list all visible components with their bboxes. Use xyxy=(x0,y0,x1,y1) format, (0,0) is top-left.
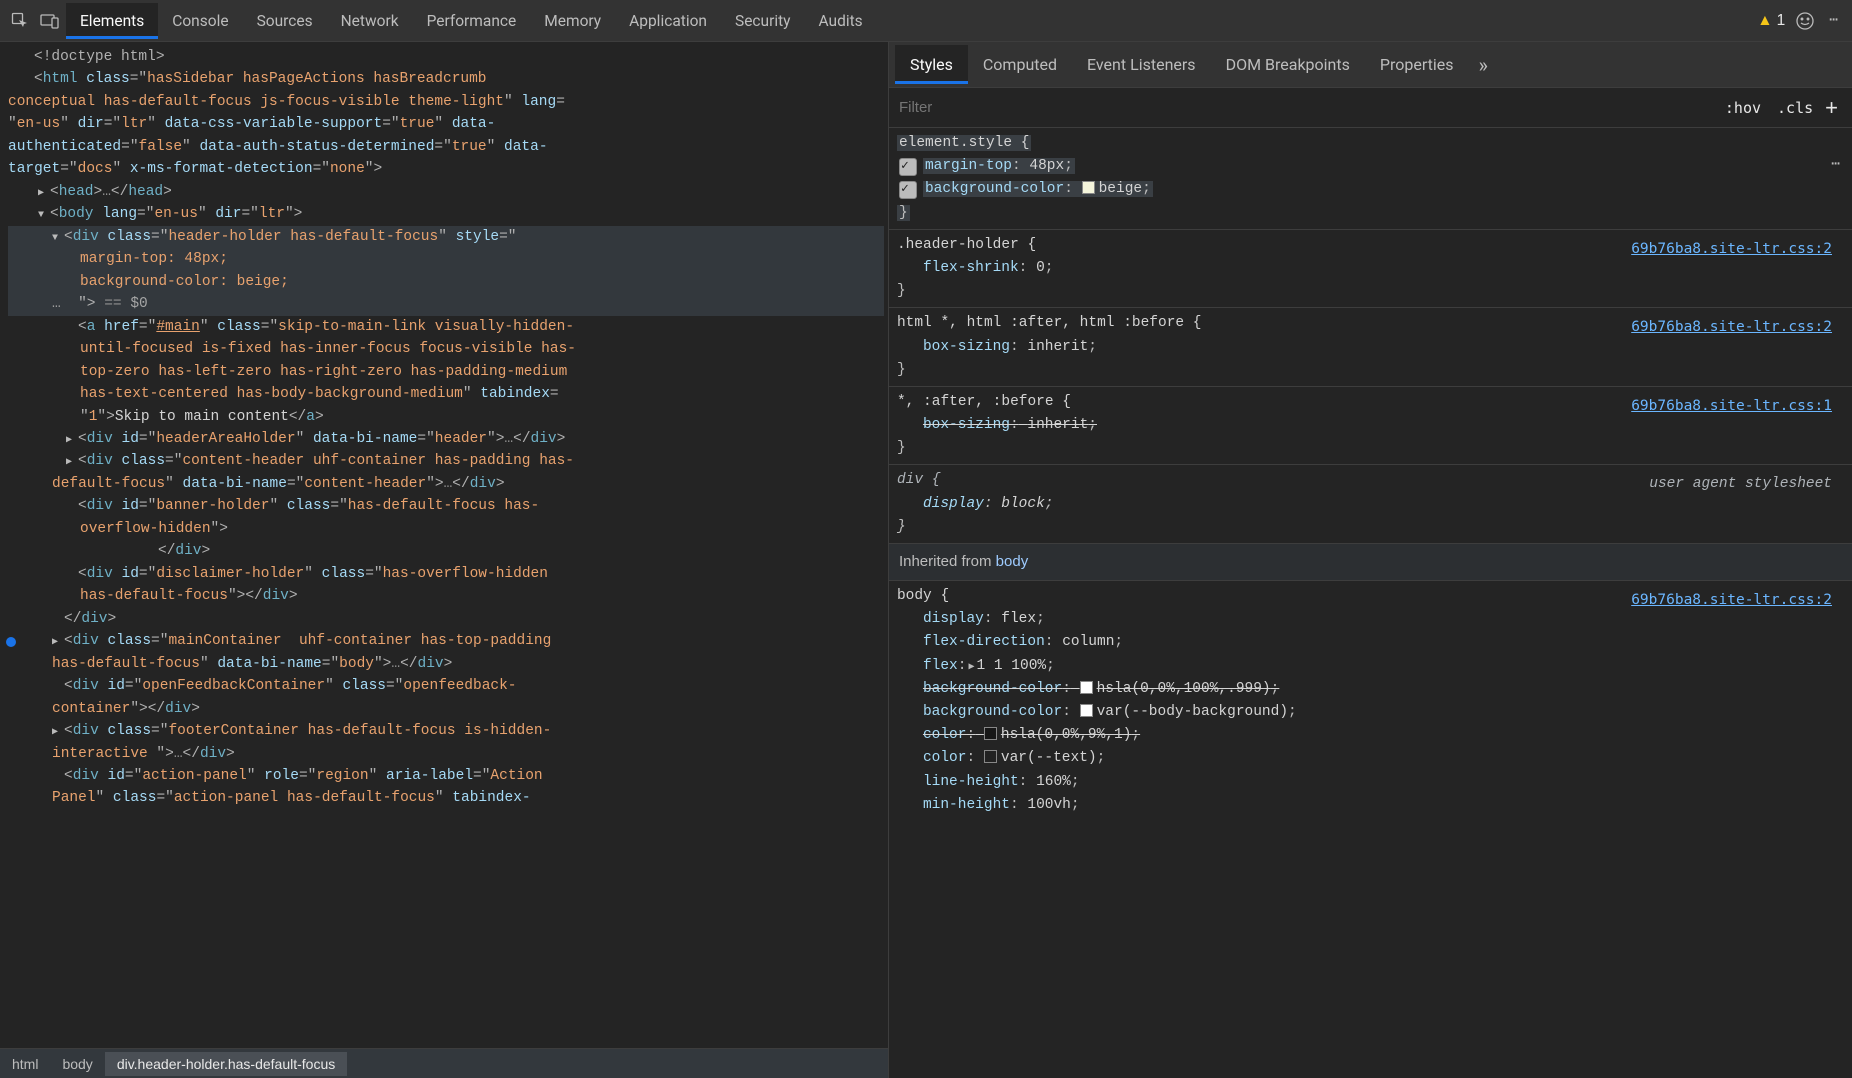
expand-icon[interactable] xyxy=(66,450,78,472)
rule-div-ua[interactable]: div {user agent stylesheet display: bloc… xyxy=(889,465,1852,544)
tab-computed[interactable]: Computed xyxy=(968,45,1072,84)
rule-more-icon[interactable]: ⋯ xyxy=(1831,154,1842,177)
tab-security[interactable]: Security xyxy=(721,3,805,39)
sidebar-tabs: Styles Computed Event Listeners DOM Brea… xyxy=(889,42,1852,88)
color-swatch[interactable] xyxy=(984,727,997,740)
expand-icon[interactable] xyxy=(66,428,78,450)
rule-body[interactable]: body {69b76ba8.site-ltr.css:2 display: f… xyxy=(889,581,1852,821)
styles-filter-input[interactable] xyxy=(899,99,1717,116)
crumb-selected[interactable]: div.header-holder.has-default-focus xyxy=(105,1052,347,1076)
inherited-from-link[interactable]: body xyxy=(996,553,1029,570)
tab-dom-breakpoints[interactable]: DOM Breakpoints xyxy=(1211,45,1365,84)
rule-element-style[interactable]: element.style { margin-top: 48px; backgr… xyxy=(889,128,1852,230)
expand-icon[interactable]: ▶ xyxy=(968,660,974,676)
color-swatch[interactable] xyxy=(1082,181,1095,194)
warning-count: 1 xyxy=(1777,12,1786,30)
selected-node[interactable]: <div class="header-holder has-default-fo… xyxy=(8,226,884,248)
cls-toggle[interactable]: .cls xyxy=(1769,95,1821,121)
device-toggle-icon[interactable] xyxy=(36,7,64,35)
tab-event-listeners[interactable]: Event Listeners xyxy=(1072,45,1211,84)
expand-icon[interactable] xyxy=(52,630,64,652)
tab-styles[interactable]: Styles xyxy=(895,45,968,84)
expand-icon[interactable] xyxy=(38,181,50,203)
collapse-icon[interactable] xyxy=(38,203,50,225)
rule-header-holder[interactable]: .header-holder {69b76ba8.site-ltr.css:2 … xyxy=(889,230,1852,309)
hov-toggle[interactable]: :hov xyxy=(1717,95,1769,121)
tab-console[interactable]: Console xyxy=(158,3,242,39)
more-tabs-icon[interactable]: » xyxy=(1469,53,1498,77)
tab-application[interactable]: Application xyxy=(615,3,721,39)
breadcrumb: html body div.header-holder.has-default-… xyxy=(0,1048,888,1078)
tab-performance[interactable]: Performance xyxy=(413,3,531,39)
tab-memory[interactable]: Memory xyxy=(530,3,615,39)
dom-panel: <!doctype html> <html class="hasSidebar … xyxy=(0,42,889,1078)
rule-html-star[interactable]: html *, html :after, html :before {69b76… xyxy=(889,308,1852,387)
inspect-icon[interactable] xyxy=(6,7,34,35)
crumb-html[interactable]: html xyxy=(0,1052,50,1076)
tab-elements[interactable]: Elements xyxy=(66,3,158,39)
color-swatch[interactable] xyxy=(984,750,997,763)
tab-sources[interactable]: Sources xyxy=(243,3,327,39)
warning-icon: ▲ xyxy=(1757,12,1772,30)
rule-star[interactable]: *, :after, :before {69b76ba8.site-ltr.cs… xyxy=(889,387,1852,466)
styles-panel: Styles Computed Event Listeners DOM Brea… xyxy=(889,42,1852,1078)
tab-properties[interactable]: Properties xyxy=(1365,45,1469,84)
new-style-rule-icon[interactable]: + xyxy=(1821,95,1842,121)
tab-audits[interactable]: Audits xyxy=(805,3,877,39)
crumb-body[interactable]: body xyxy=(50,1052,104,1076)
collapse-icon[interactable] xyxy=(52,226,64,248)
dom-tree[interactable]: <!doctype html> <html class="hasSidebar … xyxy=(0,42,888,1048)
more-menu-icon[interactable]: ⋯ xyxy=(1823,12,1846,29)
warnings-badge[interactable]: ▲1 xyxy=(1757,12,1785,30)
tab-network[interactable]: Network xyxy=(327,3,413,39)
main-tabbar: Elements Console Sources Network Perform… xyxy=(0,0,1852,42)
expand-icon[interactable] xyxy=(52,720,64,742)
color-swatch[interactable] xyxy=(1080,681,1093,694)
feedback-icon[interactable] xyxy=(1795,11,1815,31)
color-swatch[interactable] xyxy=(1080,704,1093,717)
styles-toolbar: :hov .cls + xyxy=(889,88,1852,128)
inherited-separator: Inherited from body xyxy=(889,544,1852,581)
